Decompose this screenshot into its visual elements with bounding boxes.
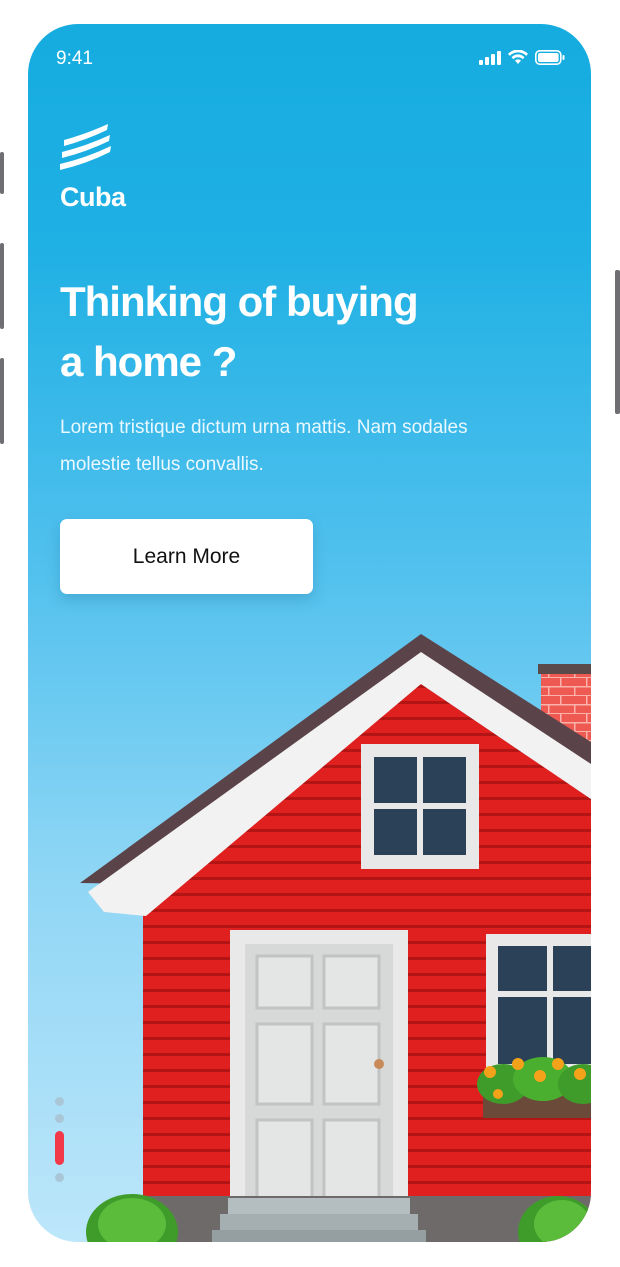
- door-knob: [374, 1059, 384, 1069]
- page-dot[interactable]: [55, 1097, 64, 1106]
- page-dot[interactable]: [55, 1173, 64, 1182]
- hero-title-line-2: a home ?: [60, 338, 237, 385]
- status-time: 9:41: [56, 48, 93, 69]
- volume-up-button: [0, 243, 4, 329]
- page-indicator: [55, 1097, 64, 1182]
- hero-description: Lorem tristique dictum urna mattis. Nam …: [60, 417, 468, 475]
- phone-screen: 9:41 Cuba Thinking of buying a home ? Lo…: [28, 24, 591, 1242]
- mute-switch: [0, 152, 4, 194]
- logo-icon: [60, 124, 112, 175]
- page-dot[interactable]: [55, 1114, 64, 1123]
- power-button: [615, 270, 620, 414]
- signal-icon: [479, 50, 501, 70]
- hero-title-line-1: Thinking of buying: [60, 278, 419, 325]
- wifi-icon: [508, 49, 528, 70]
- battery-icon: [535, 50, 565, 70]
- front-steps: [228, 1198, 410, 1214]
- learn-more-button[interactable]: Learn More: [60, 519, 313, 594]
- page-dot-active[interactable]: [55, 1131, 64, 1165]
- status-bar: 9:41: [28, 24, 591, 84]
- house-illustration: [80, 634, 591, 1242]
- status-icons: [479, 49, 565, 70]
- brand-name: Cuba: [60, 182, 126, 212]
- volume-down-button: [0, 358, 4, 444]
- hero-title: Thinking of buying a home ?: [60, 272, 480, 392]
